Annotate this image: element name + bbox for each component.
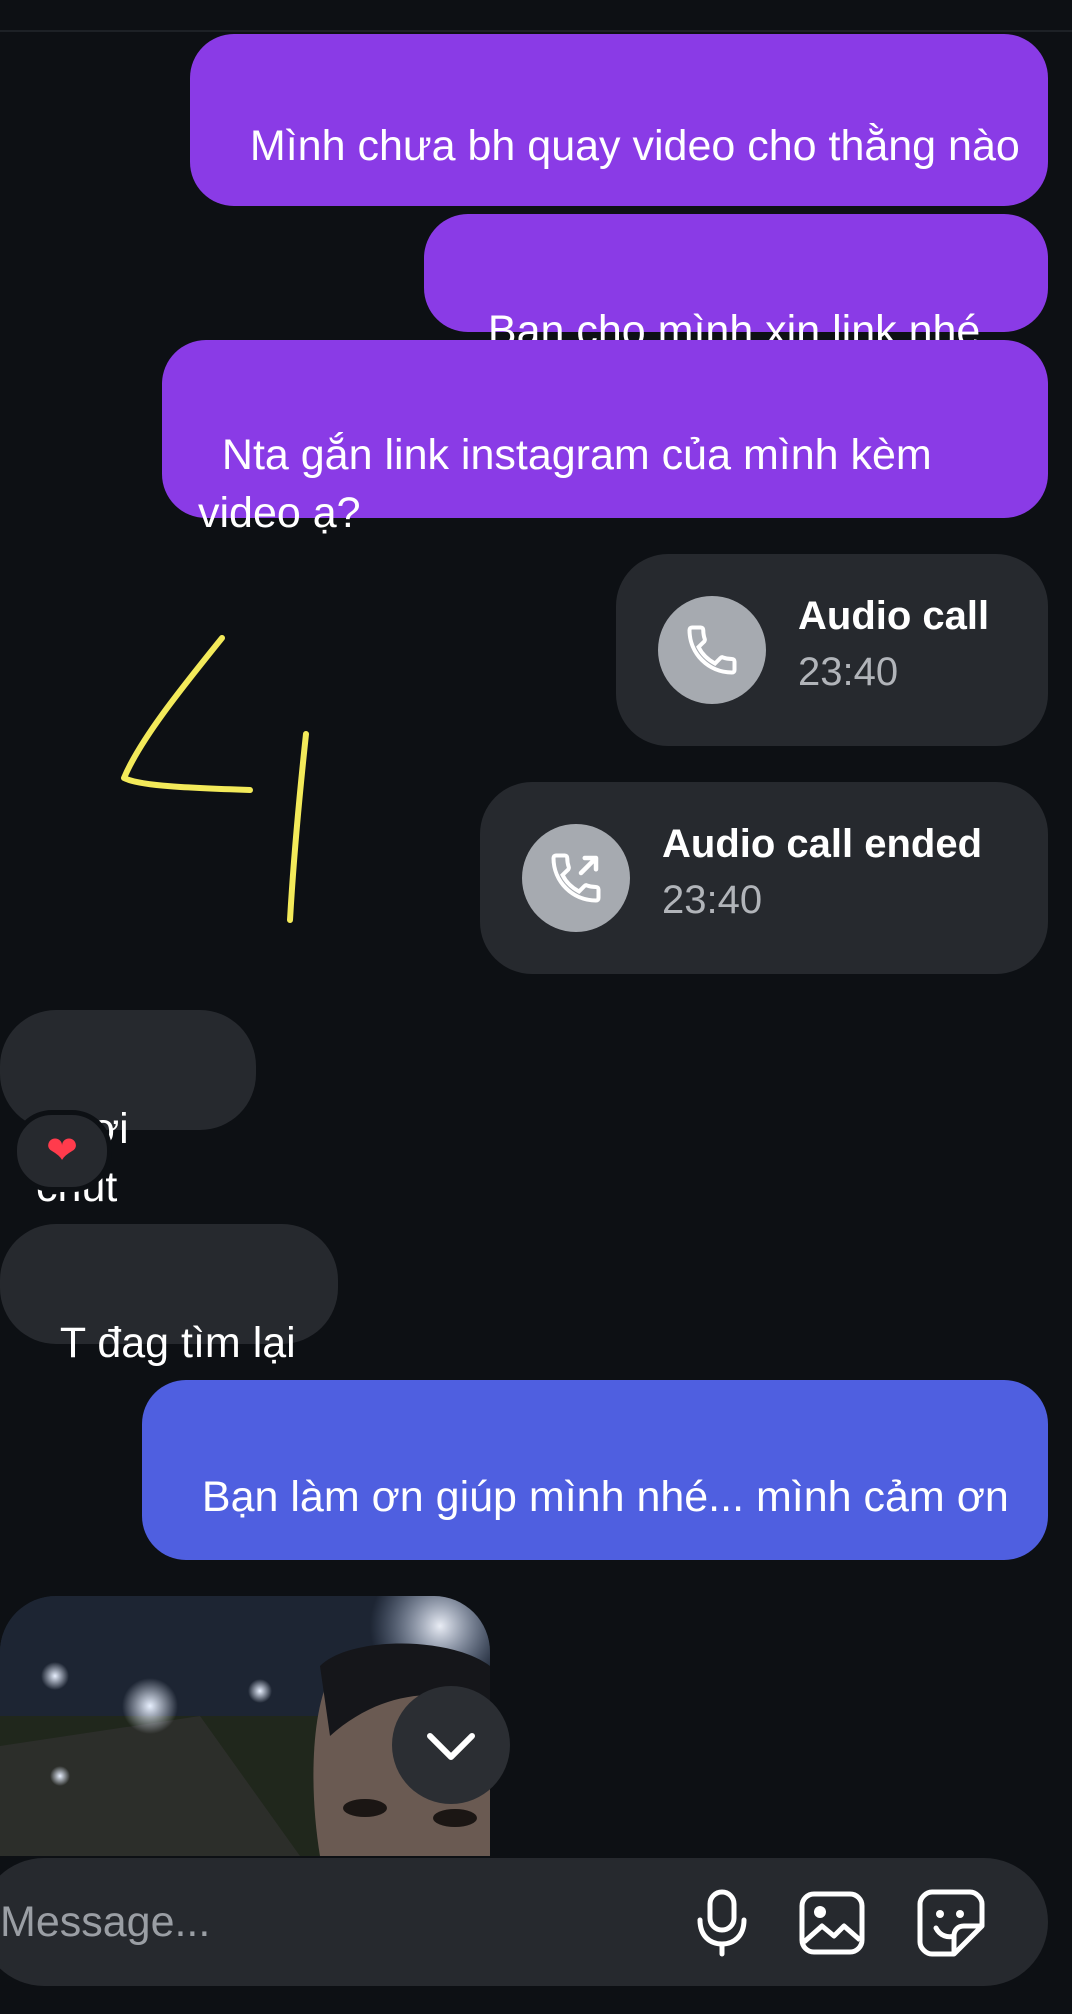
call-title: Audio call ended — [662, 822, 983, 866]
image-icon[interactable] — [798, 1890, 866, 1956]
scroll-to-bottom-button[interactable] — [392, 1686, 510, 1804]
chevron-down-icon — [427, 1733, 475, 1760]
message-text: Nta gắn link instagram của mình kèm vide… — [198, 431, 944, 537]
call-time: 23:40 — [662, 878, 763, 922]
message-composer[interactable]: Message... — [0, 1858, 1048, 1986]
message-outgoing[interactable]: Mình chưa bh quay video cho thằng nào — [190, 34, 1048, 206]
sticker-icon[interactable] — [916, 1888, 986, 1958]
audio-call-ended-card[interactable]: Audio call ended 23:40 — [480, 782, 1048, 974]
call-title: Audio call — [798, 594, 990, 638]
message-text: T đag tìm lại — [59, 1319, 296, 1367]
message-outgoing[interactable]: Nta gắn link instagram của mình kèm vide… — [162, 340, 1048, 537]
audio-call-card[interactable]: Audio call 23:40 — [616, 554, 1048, 746]
reaction-badge[interactable]: ❤ — [12, 1110, 112, 1192]
message-text: Mình chưa bh quay video cho thằng nào — [249, 122, 1020, 170]
heart-icon: ❤ — [46, 1130, 78, 1172]
message-text: Bạn làm ơn giúp mình nhé... mình cảm ơn — [201, 1473, 1009, 1521]
message-outgoing[interactable]: Bạn cho mình xin link nhé — [424, 214, 1048, 355]
header-divider — [0, 30, 1072, 32]
microphone-icon[interactable] — [690, 1888, 754, 1958]
handwritten-annotation — [121, 635, 309, 923]
call-time: 23:40 — [798, 650, 899, 694]
message-outgoing[interactable]: Bạn làm ơn giúp mình nhé... mình cảm ơn — [142, 1380, 1048, 1560]
message-incoming[interactable]: T đag tìm lại — [0, 1224, 338, 1367]
outgoing-call-icon — [522, 824, 630, 932]
phone-icon — [658, 596, 766, 704]
message-input[interactable]: Message... — [0, 1896, 210, 1948]
